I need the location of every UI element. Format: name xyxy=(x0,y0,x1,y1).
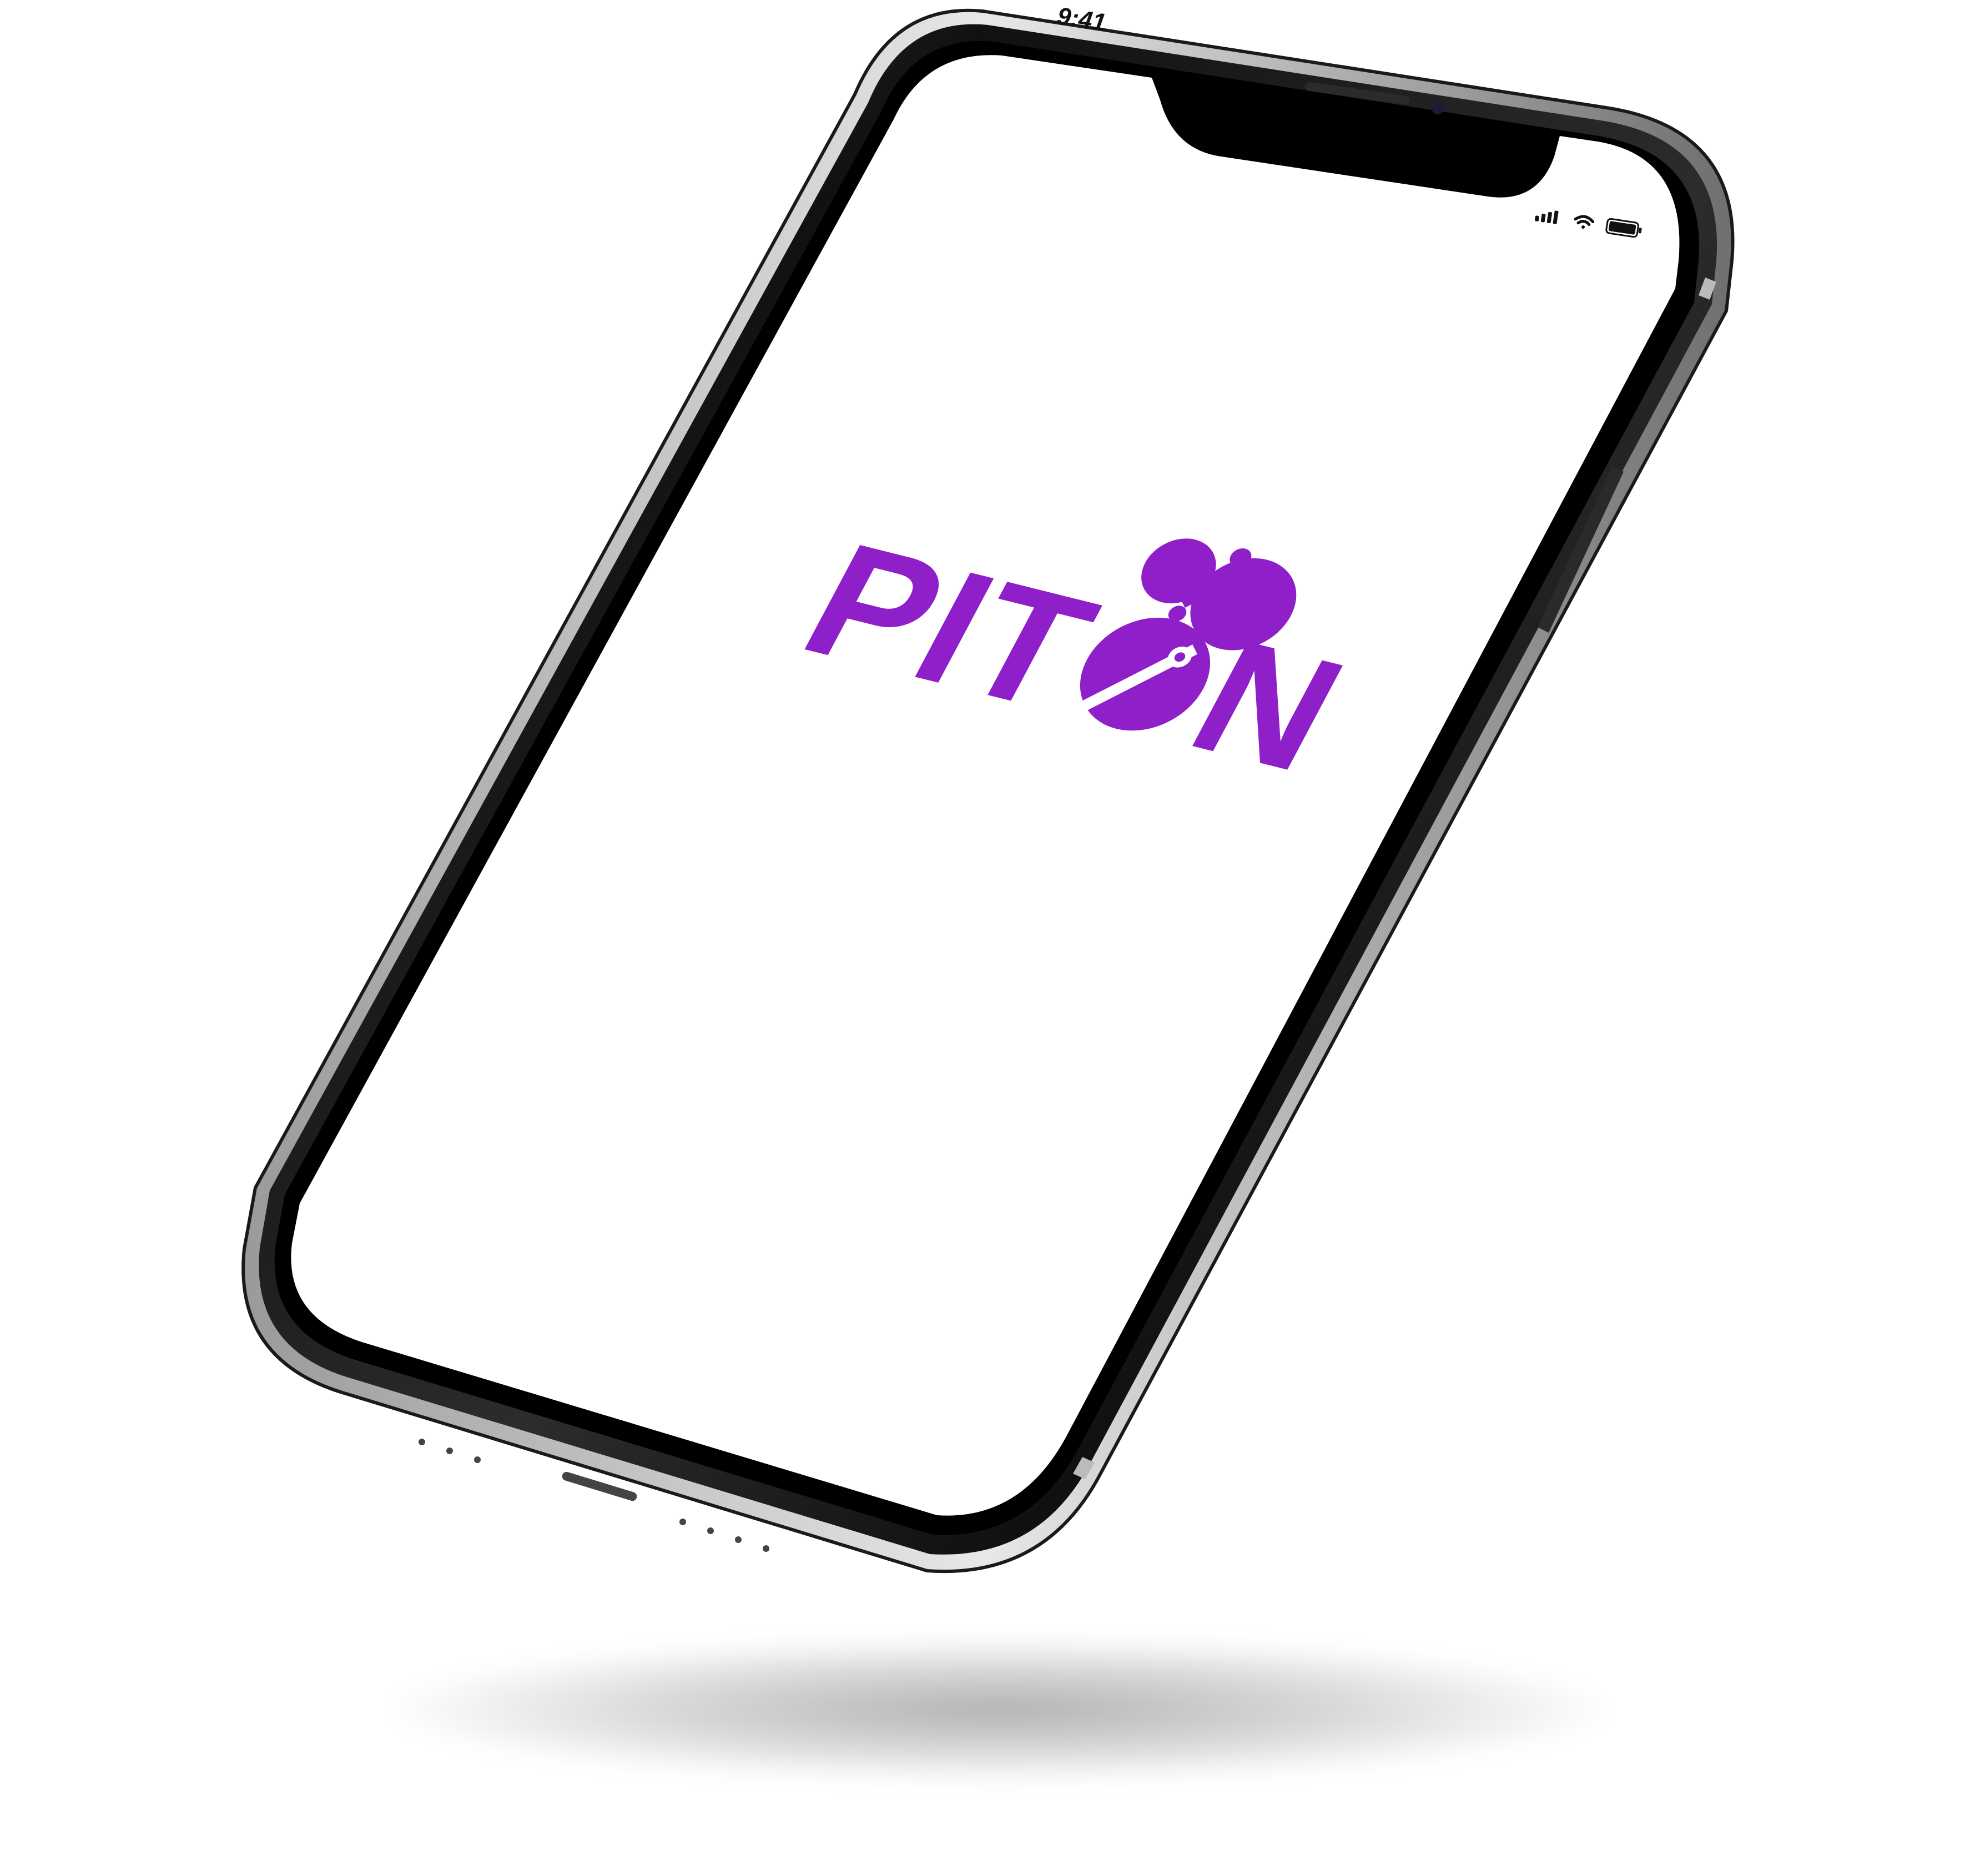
mockup-stage: 9:41 P I T N xyxy=(0,0,1965,1876)
phone-mockup: 9:41 P I T N xyxy=(241,2,1735,1573)
front-camera-icon xyxy=(1432,103,1443,114)
